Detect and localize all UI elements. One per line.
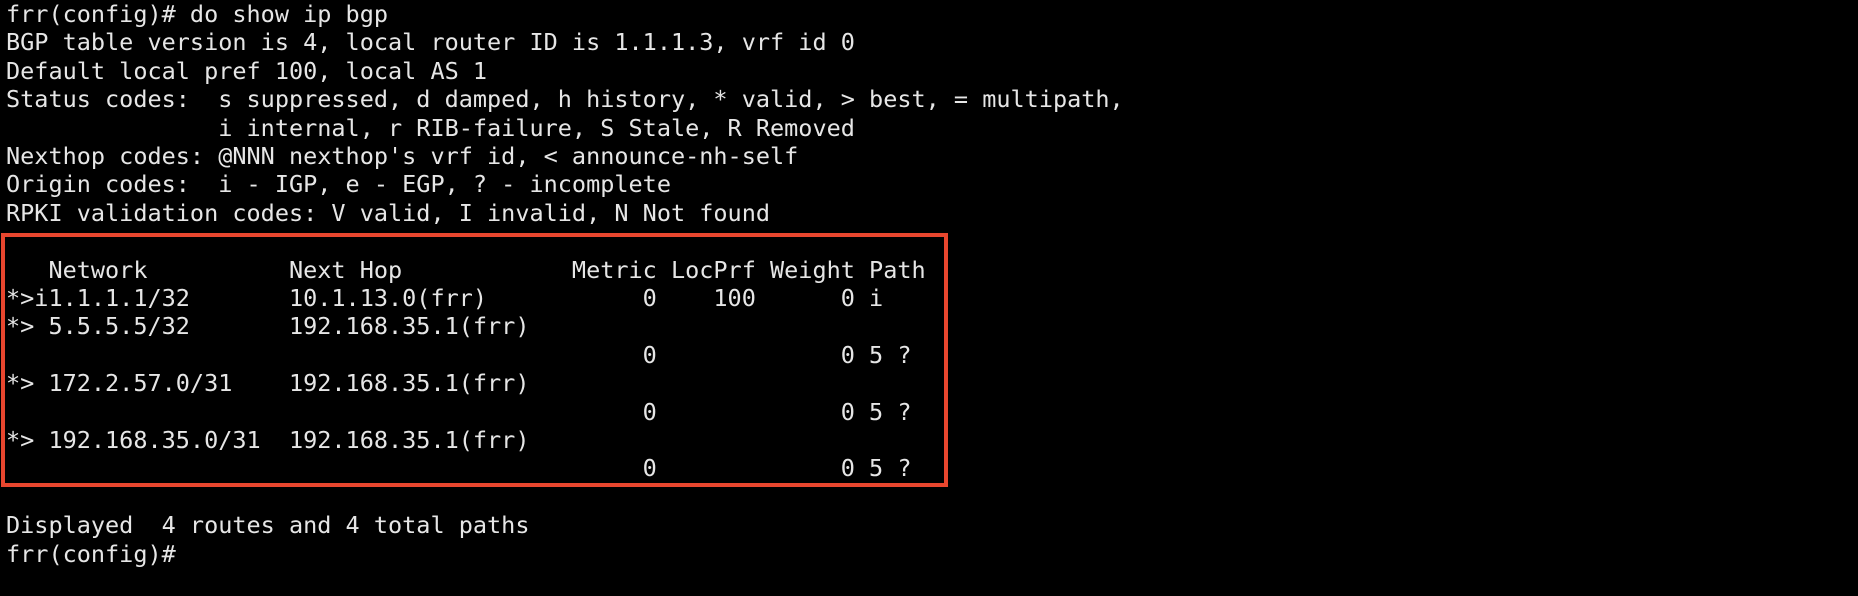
bgp-table-version-line: BGP table version is 4, local router ID … xyxy=(6,28,855,57)
route-row: *> 172.2.57.0/31 192.168.35.1(frr) xyxy=(6,369,530,398)
prompt-line[interactable]: frr(config)# xyxy=(6,540,190,568)
rpki-codes-line: RPKI validation codes: V valid, I invali… xyxy=(6,198,771,227)
route-row: *> 5.5.5.5/32 192.168.35.1(frr) xyxy=(6,312,530,341)
status-codes-continued-line: i internal, r RIB-failure, S Stale, R Re… xyxy=(6,113,855,142)
terminal-window[interactable]: frr(config)# do show ip bgp BGP table ve… xyxy=(0,0,1858,596)
nexthop-codes-line: Nexthop codes: @NNN nexthop's vrf id, < … xyxy=(6,142,799,170)
command-line: frr(config)# do show ip bgp xyxy=(6,0,389,28)
route-row-attributes: 0 0 5 ? xyxy=(6,340,912,369)
route-row-attributes: 0 0 5 ? xyxy=(6,454,912,483)
status-codes-line: Status codes: s suppressed, d damped, h … xyxy=(6,85,1124,114)
route-row-attributes: 0 0 5 ? xyxy=(6,397,912,426)
route-table-header: Network Next Hop Metric LocPrf Weight Pa… xyxy=(6,255,926,284)
route-row: *>i1.1.1.1/32 10.1.13.0(frr) 0 100 0 i xyxy=(6,284,884,312)
route-row: *> 192.168.35.0/31 192.168.35.1(frr) xyxy=(6,426,530,454)
summary-line: Displayed 4 routes and 4 total paths xyxy=(6,511,530,540)
local-pref-line: Default local pref 100, local AS 1 xyxy=(6,56,488,85)
origin-codes-line: Origin codes: i - IGP, e - EGP, ? - inco… xyxy=(6,170,671,199)
